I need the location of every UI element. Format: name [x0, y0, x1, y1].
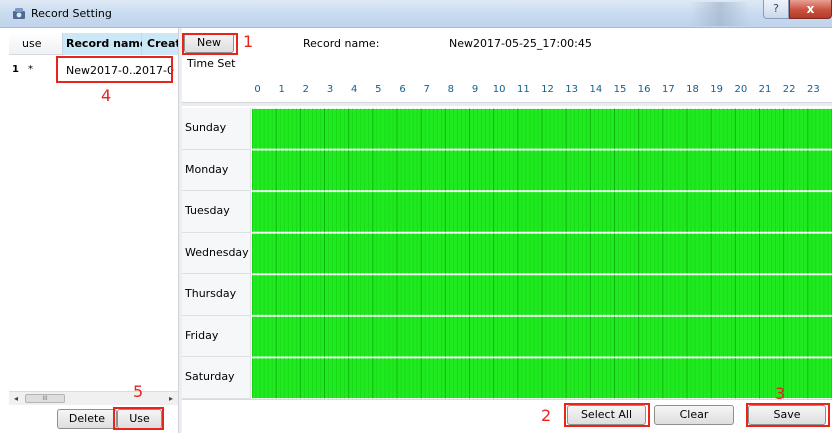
- day-row-header[interactable]: Sunday: [182, 108, 251, 150]
- day-label: Saturday: [185, 370, 235, 384]
- hour-label: 16: [637, 84, 651, 95]
- hour-label: 13: [565, 84, 579, 95]
- day-row-header[interactable]: Friday: [182, 316, 251, 358]
- scroll-left-arrow-icon[interactable]: ◂: [9, 392, 23, 405]
- column-header-create-time[interactable]: Creat: [142, 33, 178, 55]
- day-label: Sunday: [185, 121, 227, 134]
- hour-label: 1: [278, 84, 285, 95]
- day-label: Monday: [185, 162, 229, 176]
- hour-label: 11: [516, 84, 530, 95]
- scroll-right-arrow-icon[interactable]: ▸: [164, 392, 178, 405]
- hour-label: 15: [613, 84, 627, 95]
- hour-label: 21: [758, 84, 772, 95]
- scroll-thumb[interactable]: III: [25, 394, 65, 403]
- day-label: Tuesday: [185, 204, 230, 218]
- schedule-grid-canvas[interactable]: [252, 108, 832, 399]
- app-icon: [13, 8, 25, 19]
- title-decoration: [690, 2, 750, 26]
- annotation-box-use: [113, 407, 164, 430]
- annotation-number: 2: [541, 406, 552, 425]
- horizontal-scrollbar[interactable]: ◂ III ▸: [9, 391, 178, 405]
- help-button[interactable]: ?: [763, 0, 789, 19]
- hour-label: 12: [541, 84, 554, 95]
- delete-button[interactable]: Delete: [57, 409, 117, 429]
- hour-label: 19: [710, 84, 724, 95]
- day-row-header[interactable]: Tuesday: [182, 191, 251, 233]
- day-label: Wednesday: [185, 245, 249, 259]
- window-title: Record Setting: [31, 7, 112, 20]
- record-list-panel: use Record name Creat 1 * New2017-0... 2…: [9, 33, 178, 433]
- hour-label: 0: [254, 84, 261, 95]
- hour-label: 6: [399, 84, 406, 95]
- row-index: 1: [12, 64, 19, 75]
- hour-label: 3: [326, 84, 334, 95]
- day-row-header[interactable]: Thursday: [182, 274, 251, 316]
- day-row-header[interactable]: Wednesday: [182, 233, 251, 275]
- hour-label: 20: [734, 84, 748, 95]
- annotation-number: 3: [775, 384, 786, 403]
- schedule-editor-panel: New Record name: New2017-05-25_17:00:45 …: [182, 28, 832, 433]
- time-set-label: Time Set: [187, 57, 236, 70]
- hour-label: 4: [350, 84, 358, 95]
- column-header-record-name[interactable]: Record name: [62, 33, 147, 55]
- day-row-header[interactable]: Saturday: [182, 357, 251, 399]
- grid-separator: [182, 102, 832, 106]
- column-header-use[interactable]: use: [22, 37, 41, 50]
- hour-header: 0 1 2 3 4 5 6 7 8 9 10 11 12 13 14 15 16 17 18 19 20 21 22 23: [252, 84, 832, 98]
- day-row-header[interactable]: Monday: [182, 150, 251, 192]
- hour-label: 7: [423, 84, 430, 95]
- record-list-body: 1 * New2017-0... 2017-0: [9, 55, 178, 393]
- hour-label: 5: [375, 84, 382, 95]
- close-button[interactable]: x: [789, 0, 832, 19]
- record-name-value: New2017-05-25_17:00:45: [449, 37, 592, 50]
- row-use-marker: *: [28, 64, 33, 75]
- annotation-number: 4: [101, 86, 112, 105]
- clear-button[interactable]: Clear: [654, 405, 734, 425]
- annotation-box-select-all: [564, 403, 650, 427]
- schedule-grid[interactable]: [252, 108, 832, 399]
- hour-label: 2: [302, 84, 310, 95]
- annotation-number: 5: [133, 382, 144, 401]
- annotation-box-save: [746, 403, 830, 427]
- hour-label: 23: [806, 84, 820, 95]
- annotation-box-new: [182, 33, 238, 55]
- day-label: Thursday: [185, 287, 237, 301]
- hour-label: 8: [447, 84, 455, 95]
- hour-label: 17: [661, 84, 675, 95]
- day-column: Sunday Monday Tuesday Wednesday Thursday Frid…: [182, 108, 251, 399]
- record-name-label: Record name:: [303, 37, 380, 50]
- day-label: Friday: [185, 328, 219, 342]
- hour-label: 10: [492, 84, 506, 95]
- bottom-toolbar: [182, 399, 832, 433]
- hour-label: 22: [782, 84, 796, 95]
- hour-label: 14: [589, 84, 603, 95]
- hour-label: 18: [686, 84, 699, 95]
- record-list-header: use Record name Creat: [9, 33, 178, 55]
- title-bar: Record Setting ? x: [0, 0, 832, 28]
- annotation-box-record-row: [56, 56, 173, 83]
- hour-label: 9: [471, 84, 479, 95]
- annotation-number: 1: [243, 32, 254, 51]
